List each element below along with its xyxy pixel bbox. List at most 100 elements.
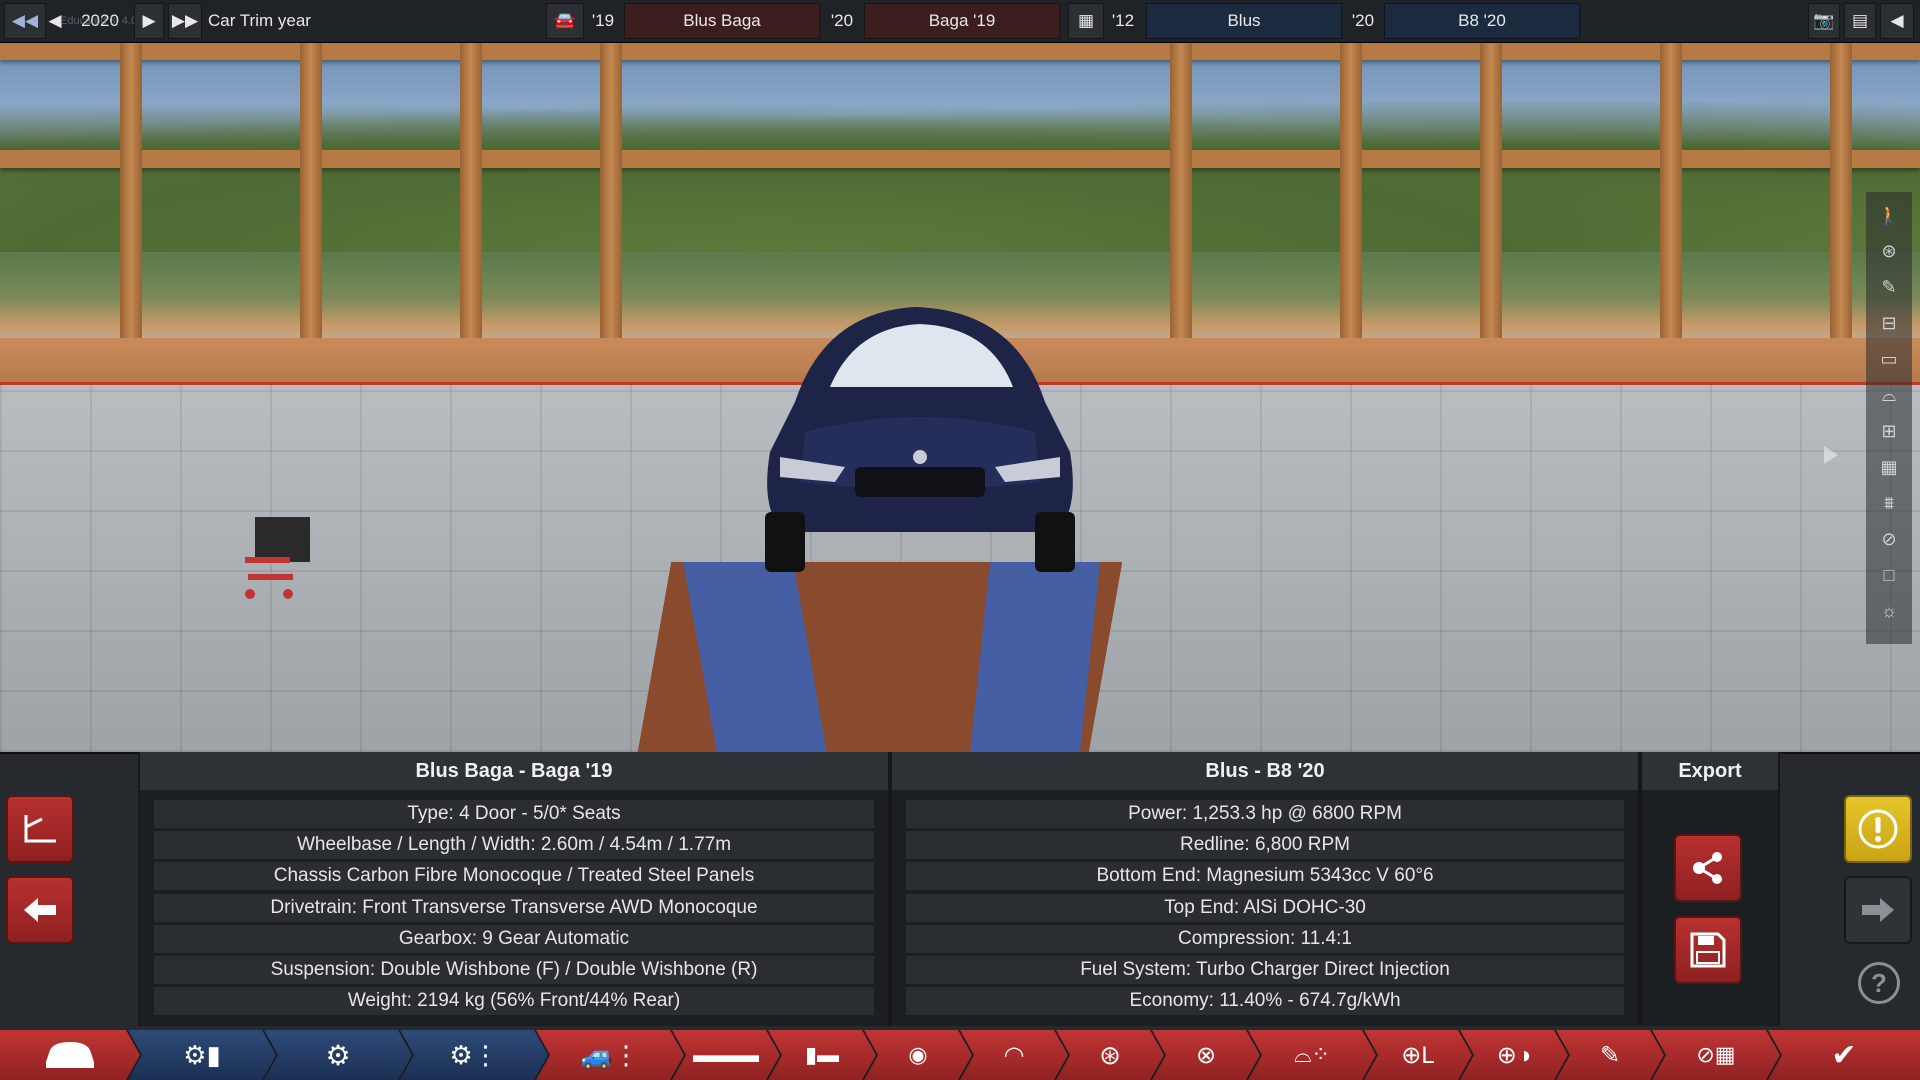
wood-column <box>600 42 622 342</box>
paint-icon[interactable]: ✎ <box>1874 272 1904 302</box>
help-icon[interactable]: ? <box>1858 962 1900 1004</box>
list-item: Type: 4 Door - 5/0* Seats <box>154 800 874 828</box>
left-arrow-icon <box>24 898 56 922</box>
expand-panel-arrow[interactable] <box>1824 446 1838 464</box>
list-item: Economy: 11.40% - 674.7g/kWh <box>906 987 1624 1015</box>
screenshot-button[interactable]: 📷 <box>1808 3 1840 39</box>
wood-column <box>460 42 482 342</box>
axis-icon <box>24 815 56 843</box>
nav-aero[interactable]: ⌓⁘ <box>1248 1030 1376 1080</box>
car-side-icon[interactable]: ⌓ <box>1874 380 1904 410</box>
list-item: Power: 1,253.3 hp @ 6800 RPM <box>906 800 1624 828</box>
person-icon[interactable]: 🚶 <box>1874 200 1904 230</box>
share-icon <box>1693 852 1722 884</box>
nav-tyres[interactable]: ⊕◑ <box>1460 1030 1568 1080</box>
engine-selector-button[interactable]: ▦ <box>1068 3 1104 39</box>
list-item: Bottom End: Magnesium 5343cc V 60°6 <box>906 862 1624 890</box>
nav-brakes[interactable]: ⊗ <box>1152 1030 1260 1080</box>
calculator-button[interactable]: ▤ <box>1844 3 1876 39</box>
wood-column <box>1660 42 1682 342</box>
wood-column <box>120 42 142 342</box>
car-model-selector-button[interactable]: 🚘 <box>546 3 584 39</box>
left-year-a: '19 <box>591 11 615 30</box>
nav-wheels[interactable]: ⊛ <box>1056 1030 1164 1080</box>
left-trim-name[interactable]: Baga '19 <box>864 3 1060 39</box>
fixture-icon[interactable]: ⊟ <box>1874 308 1904 338</box>
camera-icon: 📷 <box>1813 11 1835 30</box>
race-flag-icon: ⊘▦ <box>1696 1042 1736 1067</box>
right-arrow-icon <box>1862 898 1894 922</box>
wheel-view-icon[interactable]: ⊛ <box>1874 236 1904 266</box>
skip-back-button[interactable]: ◀◀ <box>4 3 46 39</box>
right-engine-name[interactable]: Blus <box>1146 3 1342 39</box>
panel-icon[interactable]: ▭ <box>1874 344 1904 374</box>
light-icon[interactable]: ☼ <box>1874 596 1904 626</box>
warning-icon <box>1858 809 1898 849</box>
engine-summary-title: Blus - B8 '20 <box>890 752 1640 790</box>
frame-icon[interactable]: □ <box>1874 560 1904 590</box>
calculator-icon: ▤ <box>1851 11 1869 30</box>
no-view-icon[interactable]: ⊘ <box>1874 524 1904 554</box>
next-step-button[interactable] <box>1844 876 1912 944</box>
year-label: Car Trim year <box>208 11 311 30</box>
nav-car-body[interactable] <box>0 1030 140 1080</box>
car-front-icon <box>40 1038 100 1072</box>
skip-forward-icon: ▶▶ <box>171 11 199 30</box>
list-item: Wheelbase / Length / Width: 2.60m / 4.54… <box>154 831 874 859</box>
suspension-icon: ◠ <box>1003 1041 1025 1069</box>
car-model[interactable] <box>735 282 1105 602</box>
overlay-text: Educated 3, 4.0 <box>60 15 138 27</box>
safety-icon: ◉ <box>908 1042 928 1067</box>
left-year-b: '20 <box>830 11 854 30</box>
view-tools-column: 🚶 ⊛ ✎ ⊟ ▭ ⌓ ⊞ ▦ ⩩ ⊘ □ ☼ <box>1866 192 1912 644</box>
3d-viewport[interactable] <box>0 42 1920 752</box>
wood-column <box>1170 42 1192 342</box>
nav-safety[interactable]: ◉ <box>864 1030 972 1080</box>
export-title: Export <box>1640 752 1780 790</box>
warning-button[interactable] <box>1844 795 1912 863</box>
previous-step-button[interactable] <box>6 876 74 944</box>
list-item: Fuel System: Turbo Charger Direct Inject… <box>906 956 1624 984</box>
engine-view-icon[interactable]: ⊞ <box>1874 416 1904 446</box>
nav-race[interactable]: ⊘▦ <box>1652 1030 1780 1080</box>
skip-forward-button[interactable]: ▶▶ <box>168 3 202 39</box>
list-item: Suspension: Double Wishbone (F) / Double… <box>154 956 874 984</box>
roof-beam <box>0 150 1920 168</box>
list-item: Compression: 11.4:1 <box>906 925 1624 953</box>
car-seats-icon: ▬▬▬ <box>693 1042 759 1067</box>
nav-interior[interactable]: ▮▬ <box>768 1030 876 1080</box>
right-year-a: '12 <box>1111 11 1135 30</box>
engine-summary-list: Power: 1,253.3 hp @ 6800 RPM Redline: 6,… <box>890 790 1640 1026</box>
share-button[interactable] <box>1674 834 1742 902</box>
nav-seats[interactable]: ▬▬▬ <box>672 1030 780 1080</box>
axis-view-button[interactable] <box>6 795 74 863</box>
nav-engine-body[interactable]: ⚙▮ <box>128 1030 276 1080</box>
engine-tune-icon: ⚙⋮ <box>449 1039 499 1070</box>
back-button[interactable]: ◀ <box>1880 3 1914 39</box>
save-button[interactable] <box>1674 916 1742 984</box>
wheel-icon: ⊛ <box>1099 1039 1121 1070</box>
next-year-button[interactable]: ▶ <box>134 3 164 39</box>
test-icon: ✎ <box>1599 1041 1621 1069</box>
engine-block-icon: ▦ <box>1077 11 1095 30</box>
nav-engine-tune[interactable]: ⚙⋮ <box>400 1030 548 1080</box>
wood-column <box>1480 42 1502 342</box>
nav-steering[interactable]: ⊕L <box>1364 1030 1472 1080</box>
right-variant-name[interactable]: B8 '20 <box>1384 3 1580 39</box>
export-column <box>1640 790 1780 1026</box>
top-bar: ◀◀ ◀ 2020 Educated 3, 4.0 ▶ ▶▶ Car Trim … <box>0 0 1920 43</box>
lift-icon[interactable]: ⩩ <box>1874 488 1904 518</box>
nav-suspension[interactable]: ◠ <box>960 1030 1068 1080</box>
nav-finish[interactable]: ✔ <box>1768 1030 1920 1080</box>
nav-engine[interactable]: ⚙ <box>264 1030 412 1080</box>
steering-icon: ⊕L <box>1401 1041 1435 1069</box>
tyre-icon: ⊕◑ <box>1496 1041 1532 1069</box>
list-item: Weight: 2194 kg (56% Front/44% Rear) <box>154 987 874 1015</box>
wood-column <box>1830 42 1852 342</box>
roof-beam <box>0 42 1920 60</box>
engine-icon: ⚙ <box>325 1039 351 1071</box>
nav-car-trim[interactable]: 🚙⋮ <box>536 1030 684 1080</box>
left-model-name[interactable]: Blus Baga <box>624 3 820 39</box>
nav-test[interactable]: ✎ <box>1556 1030 1664 1080</box>
grid-view-icon[interactable]: ▦ <box>1874 452 1904 482</box>
